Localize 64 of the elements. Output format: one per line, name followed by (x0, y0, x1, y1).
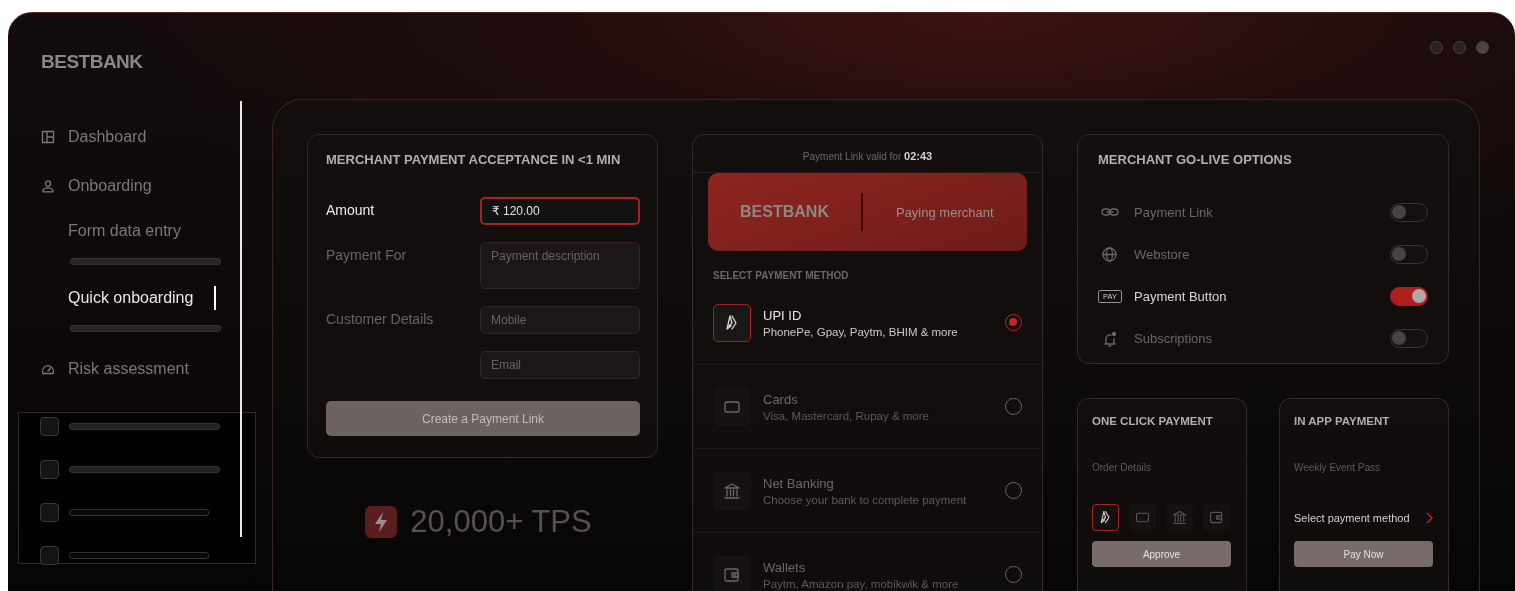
card-title: IN APP PAYMENT (1294, 415, 1391, 427)
skeleton-square (40, 546, 59, 565)
dashboard-icon (41, 130, 55, 144)
method-description: Visa, Mastercard, Rupay & more (763, 409, 930, 422)
payment-method-row[interactable]: UPI ID PhonePe, Gpay, Paytm, BHIM & more (693, 281, 1042, 365)
method-tile[interactable] (1203, 504, 1230, 531)
method-tile[interactable] (1092, 504, 1119, 531)
method-description: PhonePe, Gpay, Paytm, BHIM & more (763, 325, 959, 338)
field-label: Customer Details (326, 310, 435, 327)
toggle-switch[interactable] (1390, 328, 1428, 348)
card-title: MERCHANT PAYMENT ACCEPTANCE IN <1 MIN (326, 152, 622, 167)
input-field[interactable]: ₹ 120.00 (480, 197, 640, 225)
method-description: Choose your bank to complete payment (763, 493, 968, 506)
sidebar-item[interactable]: Onboarding (8, 175, 152, 197)
method-name: Wallets (763, 559, 807, 575)
banner-logo: BESTBANK (739, 203, 830, 221)
input-field[interactable]: Payment description (480, 242, 640, 289)
card-title: ONE CLICK PAYMENT (1092, 415, 1214, 427)
card-title: MERCHANT GO-LIVE OPTIONS (1098, 152, 1293, 167)
option-label: Payment Button (1134, 288, 1228, 304)
method-description: Paytm, Amazon pay, mobikwik & more (763, 577, 960, 590)
input-field[interactable]: Email (480, 351, 640, 379)
option-label: Subscriptions (1134, 330, 1214, 346)
option-label: Payment Link (1134, 204, 1214, 220)
toggle-switch[interactable] (1390, 244, 1428, 264)
card-subtitle: Weekly Event Pass (1294, 462, 1381, 475)
toggle-switch[interactable] (1390, 202, 1428, 222)
method-name: Net Banking (763, 475, 835, 491)
sidebar-item[interactable]: Dashboard (8, 126, 147, 148)
toggle-switch[interactable] (1390, 286, 1428, 306)
payment-method-row[interactable]: Net Banking Choose your bank to complete payment (693, 449, 1042, 533)
banner-caption: Paying merchant (894, 204, 995, 220)
method-name: UPI ID (763, 307, 803, 323)
throughput-stat: 20,000+ TPS (410, 504, 592, 540)
wallet-icon (1208, 509, 1225, 526)
window-control[interactable] (1453, 41, 1466, 54)
bank-icon (1171, 509, 1188, 526)
skeleton-square (40, 460, 59, 479)
window-control[interactable] (1476, 41, 1489, 54)
lightning-icon (365, 506, 398, 538)
skeleton-square (40, 417, 59, 436)
sidebar-item[interactable]: Risk assessment (8, 358, 189, 380)
method-tile[interactable] (1166, 504, 1193, 531)
sidebar-item[interactable]: Quick onboarding (68, 286, 216, 310)
window-control[interactable] (1430, 41, 1443, 54)
method-tile[interactable] (1129, 504, 1156, 531)
sidebar-item[interactable]: Form data entry (68, 219, 216, 243)
payment-method-row[interactable]: Wallets Paytm, Amazon pay, mobikwik & more (693, 533, 1042, 591)
payment-method-row[interactable]: Cards Visa, Mastercard, Rupay & more (693, 365, 1042, 449)
section-title: SELECT PAYMENT METHOD (712, 269, 850, 281)
input-field[interactable]: Mobile (480, 306, 640, 334)
skeleton-square (40, 503, 59, 522)
brand-logo: BESTBANK (40, 50, 144, 74)
pay-now-button[interactable]: Pay Now (1294, 541, 1433, 567)
field-label: Amount (326, 201, 376, 218)
approve-button[interactable]: Approve (1092, 541, 1231, 567)
option-label: Webstore (1134, 246, 1191, 262)
card-subtitle: Order Details (1092, 462, 1152, 475)
chevron-right-icon (1425, 511, 1434, 524)
user-icon (41, 179, 55, 193)
method-selector[interactable]: Select payment method (1294, 504, 1434, 531)
field-label: Payment For (326, 246, 408, 263)
method-name: Cards (763, 391, 799, 407)
gauge-icon (41, 362, 55, 376)
